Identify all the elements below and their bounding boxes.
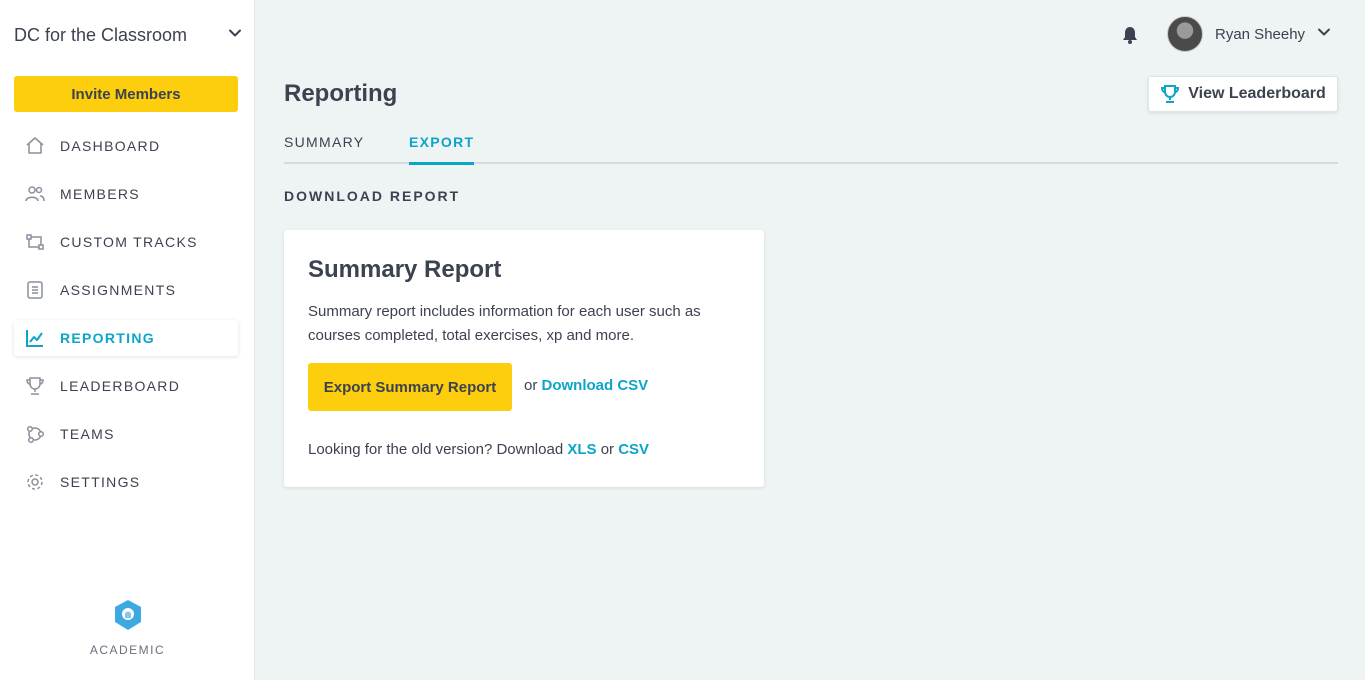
top-bar: Ryan Sheehy: [255, 0, 1365, 70]
teams-icon: [24, 423, 46, 445]
sidebar-item-label: CUSTOM TRACKS: [60, 234, 198, 250]
card-description: Summary report includes information for …: [308, 303, 701, 344]
or-text: or: [524, 377, 538, 394]
xls-link[interactable]: XLS: [567, 441, 596, 458]
assignments-icon: [24, 279, 46, 301]
tab-export[interactable]: EXPORT: [409, 134, 475, 165]
sidebar-item-reporting[interactable]: REPORTING: [14, 320, 238, 356]
tab-summary[interactable]: SUMMARY: [284, 134, 364, 162]
user-menu[interactable]: Ryan Sheehy: [1167, 16, 1331, 52]
chart-icon: [24, 327, 46, 349]
view-leaderboard-button[interactable]: View Leaderboard: [1148, 76, 1338, 112]
report-tabs: SUMMARY EXPORT: [284, 130, 1338, 165]
sidebar-item-label: ASSIGNMENTS: [60, 282, 177, 298]
trophy-icon: [1160, 84, 1180, 104]
sidebar-item-assignments[interactable]: ASSIGNMENTS: [14, 272, 238, 308]
notification-bell-icon[interactable]: [1119, 24, 1141, 46]
academic-shield-icon: [111, 600, 145, 636]
home-icon: [24, 135, 46, 157]
sidebar-item-custom-tracks[interactable]: CUSTOM TRACKS: [14, 224, 238, 260]
summary-report-card: Summary Report Summary report includes i…: [284, 230, 764, 487]
download-csv-line: or Download CSV: [524, 377, 648, 394]
tracks-icon: [24, 231, 46, 253]
gear-icon: [24, 471, 46, 493]
academic-badge: ACADEMIC: [0, 598, 255, 657]
members-icon: [24, 183, 46, 205]
sidebar-item-settings[interactable]: SETTINGS: [14, 464, 238, 500]
avatar: [1167, 16, 1203, 52]
chevron-down-icon: [1317, 25, 1331, 44]
page-title: Reporting: [284, 80, 398, 107]
sidebar-nav: DASHBOARD MEMBERS CUSTOM TRACKS ASSIGNME…: [14, 128, 238, 512]
old-version-text: Looking for the old version? Download: [308, 441, 564, 458]
trophy-icon: [24, 375, 46, 397]
card-title: Summary Report: [308, 256, 502, 283]
old-version-line: Looking for the old version? Download XL…: [308, 441, 649, 458]
user-name: Ryan Sheehy: [1215, 25, 1306, 43]
chevron-down-icon: [228, 26, 242, 45]
academic-label: ACADEMIC: [89, 643, 166, 657]
sidebar-item-teams[interactable]: TEAMS: [14, 416, 238, 452]
sidebar-item-dashboard[interactable]: DASHBOARD: [14, 128, 238, 164]
sidebar-item-label: DASHBOARD: [60, 138, 161, 154]
sidebar-item-leaderboard[interactable]: LEADERBOARD: [14, 368, 238, 404]
sidebar-item-label: SETTINGS: [60, 474, 141, 490]
or-text: or: [600, 441, 615, 458]
view-leaderboard-label: View Leaderboard: [1188, 85, 1326, 102]
sidebar-item-label: TEAMS: [60, 426, 115, 442]
org-switcher[interactable]: DC for the Classroom: [14, 22, 242, 48]
download-csv-link[interactable]: Download CSV: [542, 377, 649, 394]
invite-members-button[interactable]: Invite Members: [14, 76, 238, 112]
export-summary-report-button[interactable]: Export Summary Report: [308, 363, 512, 411]
sidebar-item-label: MEMBERS: [60, 186, 140, 202]
section-title: DOWNLOAD REPORT: [284, 188, 461, 204]
sidebar-item-label: REPORTING: [60, 330, 155, 346]
csv-link[interactable]: CSV: [618, 441, 649, 458]
sidebar-item-label: LEADERBOARD: [60, 378, 181, 394]
org-name: DC for the Classroom: [14, 24, 188, 45]
sidebar: DC for the Classroom Invite Members DASH…: [0, 0, 255, 680]
sidebar-item-members[interactable]: MEMBERS: [14, 176, 238, 212]
